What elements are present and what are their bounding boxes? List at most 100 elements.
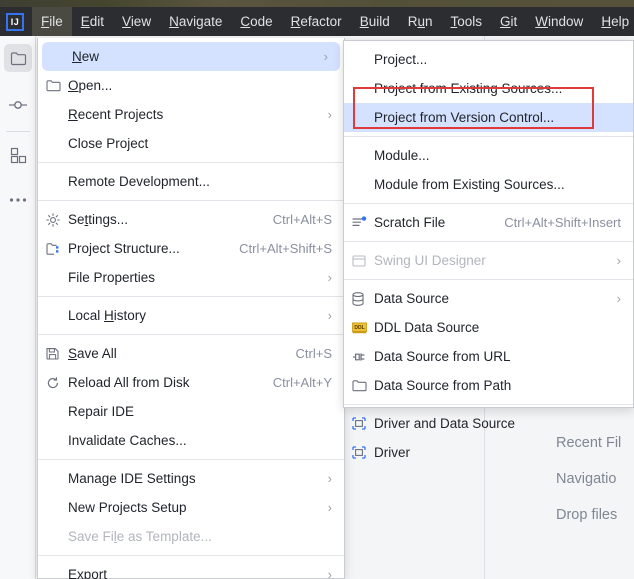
menu-item-label: Save All bbox=[68, 346, 117, 361]
new-submenu-item-driver[interactable]: Driver bbox=[344, 438, 633, 467]
menubar-item-git[interactable]: Git bbox=[491, 7, 526, 36]
file-menu-item-open[interactable]: Open... bbox=[38, 71, 344, 100]
ddl-icon: DDL bbox=[352, 320, 374, 336]
welcome-hint-line: Drop files bbox=[556, 507, 618, 523]
menu-item-label: Project Structure... bbox=[68, 241, 180, 256]
new-submenu-item-driver-and-data-source[interactable]: Driver and Data Source bbox=[344, 409, 633, 438]
menu-item-label: Refactor bbox=[290, 14, 342, 29]
menubar-item-run[interactable]: Run bbox=[399, 7, 442, 36]
ide-window: Recent Fil Navigatio Drop files IJ File … bbox=[0, 0, 634, 579]
menu-item-label: Driver bbox=[374, 445, 410, 460]
menu-item-label: Edit bbox=[80, 14, 105, 29]
no-icon-slot bbox=[352, 81, 374, 97]
new-submenu-item-ddl-data-source[interactable]: DDL DDL Data Source bbox=[344, 313, 633, 342]
tool-rail bbox=[0, 36, 36, 579]
chevron-right-icon: › bbox=[327, 471, 332, 486]
no-icon-slot bbox=[46, 404, 68, 420]
scratch-file-icon bbox=[352, 215, 374, 231]
file-menu-item-local-history[interactable]: Local History › bbox=[38, 301, 344, 330]
menubar-item-file[interactable]: File bbox=[32, 7, 72, 36]
svg-text:DDL: DDL bbox=[354, 325, 364, 331]
chevron-right-icon: › bbox=[616, 253, 621, 268]
file-menu-item-save-all[interactable]: Save All Ctrl+S bbox=[38, 339, 344, 368]
menu-item-label: Build bbox=[359, 14, 390, 29]
file-menu-item-reload-all-from-disk[interactable]: Reload All from Disk Ctrl+Alt+Y bbox=[38, 368, 344, 397]
new-submenu-item-project[interactable]: Project... bbox=[344, 45, 633, 74]
menu-item-shortcut: Ctrl+Alt+Shift+S bbox=[239, 241, 332, 256]
plugins-grid-icon[interactable] bbox=[4, 141, 32, 169]
menu-item-label: Swing UI Designer bbox=[374, 253, 486, 268]
new-submenu-item-project-from-version-control[interactable]: Project from Version Control... bbox=[344, 103, 633, 132]
reload-icon bbox=[46, 375, 68, 391]
menu-item-label: Module... bbox=[374, 148, 430, 163]
chevron-right-icon: › bbox=[323, 49, 328, 64]
chevron-right-icon: › bbox=[327, 107, 332, 122]
menu-item-label: Project from Existing Sources... bbox=[374, 81, 563, 96]
menubar-item-code[interactable]: Code bbox=[231, 7, 281, 36]
save-icon bbox=[46, 346, 68, 362]
menu-item-label: Data Source bbox=[374, 291, 450, 306]
menu-separator bbox=[38, 555, 344, 556]
menubar-item-view[interactable]: View bbox=[113, 7, 160, 36]
new-submenu-item-scratch-file[interactable]: Scratch File Ctrl+Alt+Shift+Insert bbox=[344, 208, 633, 237]
chevron-right-icon: › bbox=[616, 291, 621, 306]
no-icon-slot bbox=[46, 308, 68, 324]
menu-item-label: File Properties bbox=[68, 270, 156, 285]
chevron-right-icon: › bbox=[327, 567, 332, 579]
menu-item-shortcut: Ctrl+Alt+S bbox=[272, 212, 332, 227]
menu-separator bbox=[344, 203, 633, 204]
file-menu-item-recent-projects[interactable]: Recent Projects › bbox=[38, 100, 344, 129]
more-ellipsis-icon[interactable] bbox=[4, 186, 32, 214]
menubar-item-navigate[interactable]: Navigate bbox=[160, 7, 231, 36]
file-menu-item-new-projects-setup[interactable]: New Projects Setup › bbox=[38, 493, 344, 522]
ij-logo-icon[interactable]: IJ bbox=[6, 12, 24, 31]
menu-separator bbox=[344, 279, 633, 280]
menu-item-label: Manage IDE Settings bbox=[68, 471, 196, 486]
menu-item-label: Local History bbox=[68, 308, 147, 323]
file-menu-item-manage-ide-settings[interactable]: Manage IDE Settings › bbox=[38, 464, 344, 493]
new-submenu-item-project-from-existing-sources[interactable]: Project from Existing Sources... bbox=[344, 74, 633, 103]
menu-item-label: Remote Development... bbox=[68, 174, 210, 189]
file-menu-item-settings[interactable]: Settings... Ctrl+Alt+S bbox=[38, 205, 344, 234]
menubar-item-window[interactable]: Window bbox=[526, 7, 592, 36]
menu-item-label: Invalidate Caches... bbox=[68, 433, 187, 448]
file-menu-item-file-properties[interactable]: File Properties › bbox=[38, 263, 344, 292]
new-submenu-item-data-source-from-url[interactable]: Data Source from URL bbox=[344, 342, 633, 371]
file-menu-item-invalidate-caches[interactable]: Invalidate Caches... bbox=[38, 426, 344, 455]
new-submenu-item-data-source[interactable]: Data Source › bbox=[344, 284, 633, 313]
driver-icon bbox=[352, 416, 374, 432]
menu-item-label: Data Source from URL bbox=[374, 349, 511, 364]
new-submenu-item-module[interactable]: Module... bbox=[344, 141, 633, 170]
menu-item-label: Settings... bbox=[68, 212, 129, 227]
file-menu-item-new[interactable]: New › bbox=[42, 42, 340, 71]
database-icon bbox=[352, 291, 374, 307]
file-menu-item-project-structure[interactable]: Project Structure... Ctrl+Alt+Shift+S bbox=[38, 234, 344, 263]
menu-bar-items: File Edit View Navigate Code Refactor Build Run… bbox=[32, 7, 634, 36]
menubar-item-help[interactable]: Help bbox=[592, 7, 634, 36]
no-icon-slot bbox=[352, 52, 374, 68]
folder-icon bbox=[352, 378, 374, 394]
menu-item-label: Project from Version Control... bbox=[374, 110, 555, 125]
commit-icon[interactable] bbox=[4, 91, 32, 119]
file-menu-item-close-project[interactable]: Close Project bbox=[38, 129, 344, 158]
chevron-right-icon: › bbox=[327, 308, 332, 323]
file-menu-item-remote-development[interactable]: Remote Development... bbox=[38, 167, 344, 196]
new-submenu-item-data-source-from-path[interactable]: Data Source from Path bbox=[344, 371, 633, 400]
no-icon-slot bbox=[352, 177, 374, 193]
menu-separator bbox=[344, 241, 633, 242]
menubar-item-edit[interactable]: Edit bbox=[72, 7, 113, 36]
file-menu-popup: New › Open... Recent Projects › Close Project… bbox=[37, 38, 345, 579]
no-icon-slot bbox=[352, 148, 374, 164]
driver-icon bbox=[352, 445, 374, 461]
menubar-item-build[interactable]: Build bbox=[351, 7, 399, 36]
menu-item-label: Repair IDE bbox=[68, 404, 135, 419]
menubar-item-refactor[interactable]: Refactor bbox=[282, 7, 351, 36]
menu-item-shortcut: Ctrl+Alt+Y bbox=[272, 375, 332, 390]
file-menu-item-repair-ide[interactable]: Repair IDE bbox=[38, 397, 344, 426]
file-menu-item-export[interactable]: Export › bbox=[38, 560, 344, 579]
new-submenu-item-module-from-existing-sources[interactable]: Module from Existing Sources... bbox=[344, 170, 633, 199]
menu-separator bbox=[38, 334, 344, 335]
menubar-item-tools[interactable]: Tools bbox=[442, 7, 492, 36]
project-folder-icon[interactable] bbox=[4, 44, 32, 72]
no-icon-slot bbox=[352, 110, 374, 126]
